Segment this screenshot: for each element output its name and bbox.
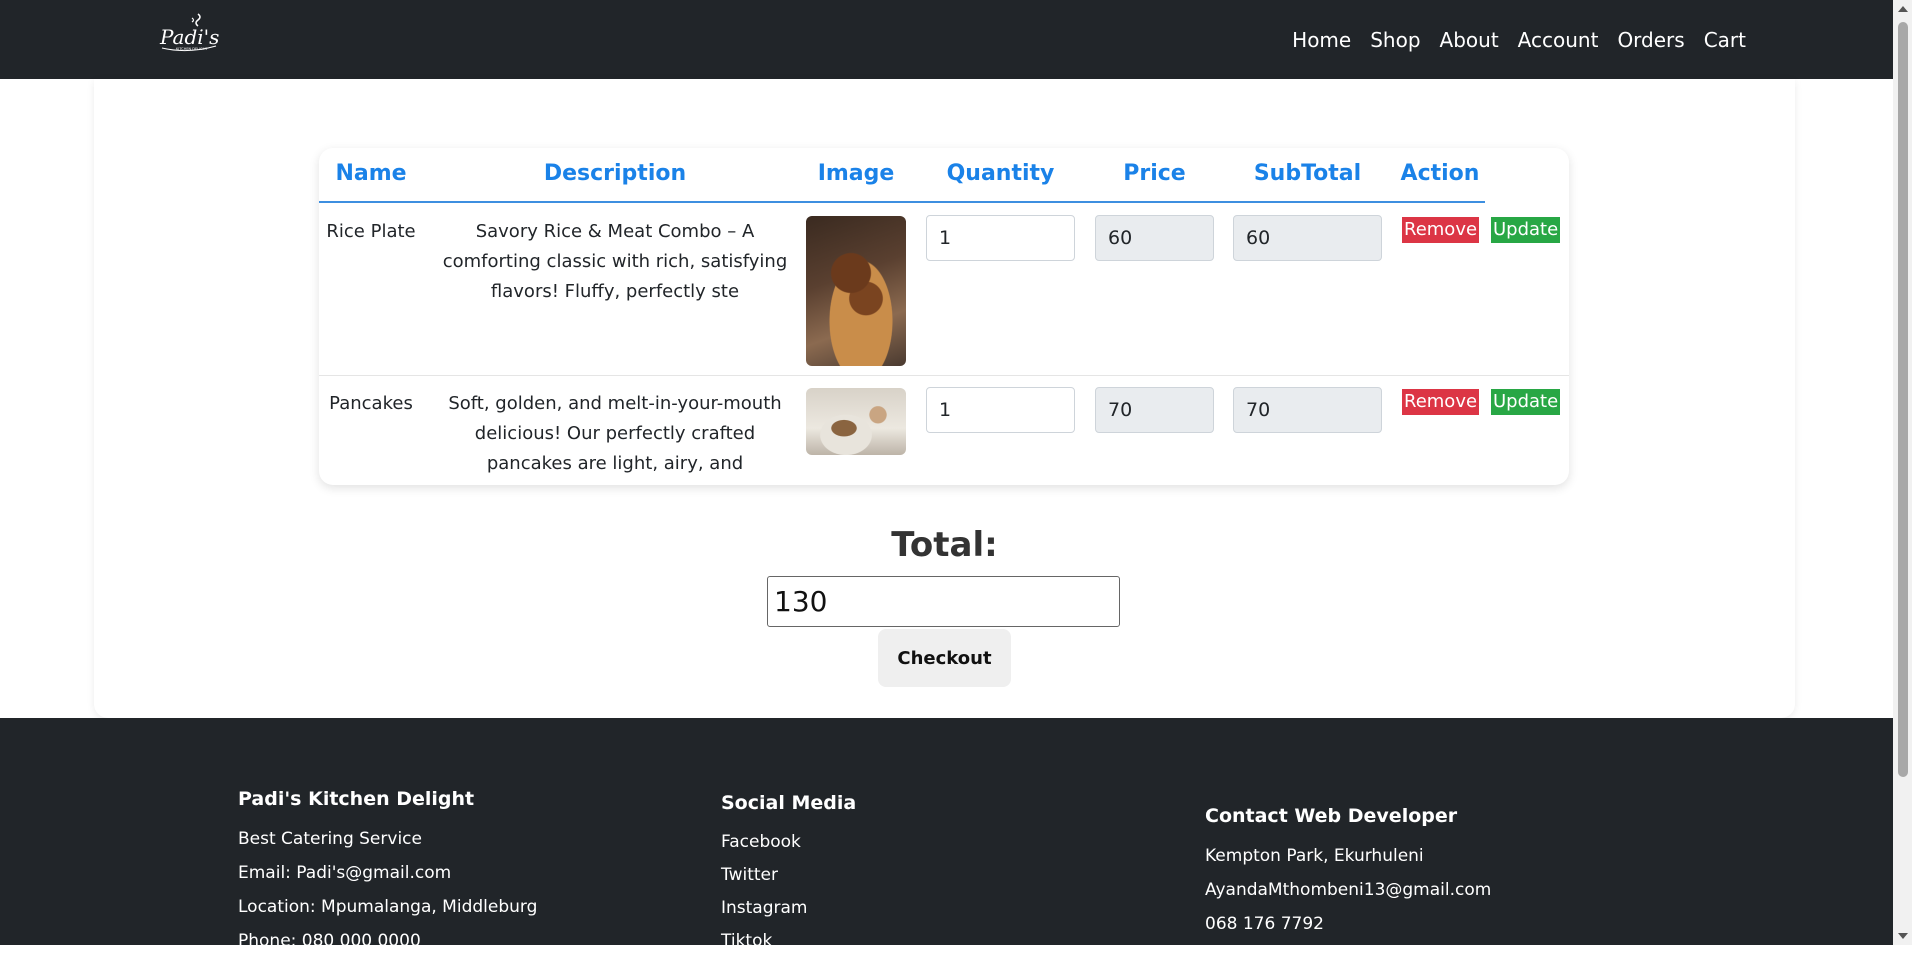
scroll-up-arrow-icon[interactable] xyxy=(1898,6,1908,12)
nav-link-about[interactable]: About xyxy=(1440,28,1499,52)
footer-location: Location: Mpumalanga, Middleburg xyxy=(238,897,538,917)
rice-plate-image-icon xyxy=(806,216,906,366)
header-quantity: Quantity xyxy=(946,161,1055,186)
header-subtotal: SubTotal xyxy=(1253,161,1362,186)
nav-link-account[interactable]: Account xyxy=(1518,28,1599,52)
site-footer: Padi's Kitchen Delight Best Catering Ser… xyxy=(0,718,1893,951)
header-name: Name xyxy=(335,161,407,186)
padis-logo-icon[interactable]: Padi's KITCHEN DELIGHT xyxy=(158,10,222,56)
header-image: Image xyxy=(817,161,895,186)
nav-link-shop[interactable]: Shop xyxy=(1370,28,1420,52)
quantity-input[interactable]: 1 xyxy=(926,387,1075,433)
total-label: Total: xyxy=(891,525,998,565)
checkout-button[interactable]: Checkout xyxy=(878,629,1011,687)
nav-link-orders[interactable]: Orders xyxy=(1617,28,1684,52)
nav-link-cart[interactable]: Cart xyxy=(1704,28,1746,52)
item-name: Rice Plate xyxy=(326,221,416,242)
footer-social-column: Social Media Facebook Twitter Instagram … xyxy=(721,792,856,958)
cart-row: Rice Plate Savory Rice & Meat Combo – A … xyxy=(319,205,1569,376)
footer-contact-email: AyandaMthombeni13@gmail.com xyxy=(1205,880,1492,900)
footer-contact-address: Kempton Park, Ekurhuleni xyxy=(1205,846,1424,866)
update-button[interactable]: Update xyxy=(1491,389,1561,415)
header-action: Action xyxy=(1400,161,1480,186)
footer-phone: Phone: 080 000 0000 xyxy=(238,931,421,951)
header-price: Price xyxy=(1123,161,1186,186)
footer-contact-phone: 068 176 7792 xyxy=(1205,914,1324,934)
subtotal-field: 70 xyxy=(1233,387,1382,433)
cart-page-card: Name Description Image Quantity Price Su… xyxy=(94,79,1795,718)
footer-link-twitter[interactable]: Twitter xyxy=(721,859,856,892)
cart-table-container: Name Description Image Quantity Price Su… xyxy=(319,148,1569,485)
footer-social-title: Social Media xyxy=(721,792,857,814)
item-description: Soft, golden, and melt-in-your-mouth del… xyxy=(448,393,782,474)
quantity-input[interactable]: 1 xyxy=(926,215,1075,261)
footer-tagline: Best Catering Service xyxy=(238,829,422,849)
price-field: 70 xyxy=(1095,387,1214,433)
scroll-down-arrow-icon[interactable] xyxy=(1898,933,1908,939)
remove-button[interactable]: Remove xyxy=(1402,217,1480,243)
nav-links: Home Shop About Account Orders Cart xyxy=(1273,0,1746,79)
item-description: Savory Rice & Meat Combo – A comforting … xyxy=(442,221,788,302)
footer-link-facebook[interactable]: Facebook xyxy=(721,826,856,859)
svg-text:KITCHEN DELIGHT: KITCHEN DELIGHT xyxy=(176,47,209,51)
footer-brand-title: Padi's Kitchen Delight xyxy=(238,788,475,810)
scrollbar-thumb[interactable] xyxy=(1898,22,1908,777)
total-field[interactable]: 130 xyxy=(767,576,1120,627)
top-navbar: Padi's KITCHEN DELIGHT Home Shop About A… xyxy=(0,0,1893,79)
update-button[interactable]: Update xyxy=(1491,217,1561,243)
footer-brand-column: Padi's Kitchen Delight Best Catering Ser… xyxy=(238,788,537,958)
price-field: 60 xyxy=(1095,215,1214,261)
remove-button[interactable]: Remove xyxy=(1402,389,1480,415)
pancakes-image-icon xyxy=(806,388,906,455)
nav-link-home[interactable]: Home xyxy=(1292,28,1351,52)
footer-email: Email: Padi's@gmail.com xyxy=(238,863,452,883)
cart-table-header: Name Description Image Quantity Price Su… xyxy=(319,148,1485,203)
cart-row: Pancakes Soft, golden, and melt-in-your-… xyxy=(319,377,1569,485)
footer-contact-column: Contact Web Developer Kempton Park, Ekur… xyxy=(1205,805,1491,941)
header-description: Description xyxy=(543,161,687,186)
footer-link-instagram[interactable]: Instagram xyxy=(721,892,856,925)
subtotal-field: 60 xyxy=(1233,215,1382,261)
item-name: Pancakes xyxy=(329,393,413,414)
footer-contact-title: Contact Web Developer xyxy=(1205,805,1458,827)
footer-link-tiktok[interactable]: Tiktok xyxy=(721,925,856,958)
svg-text:Padi's: Padi's xyxy=(159,25,219,49)
page-scrollbar[interactable] xyxy=(1893,0,1912,945)
